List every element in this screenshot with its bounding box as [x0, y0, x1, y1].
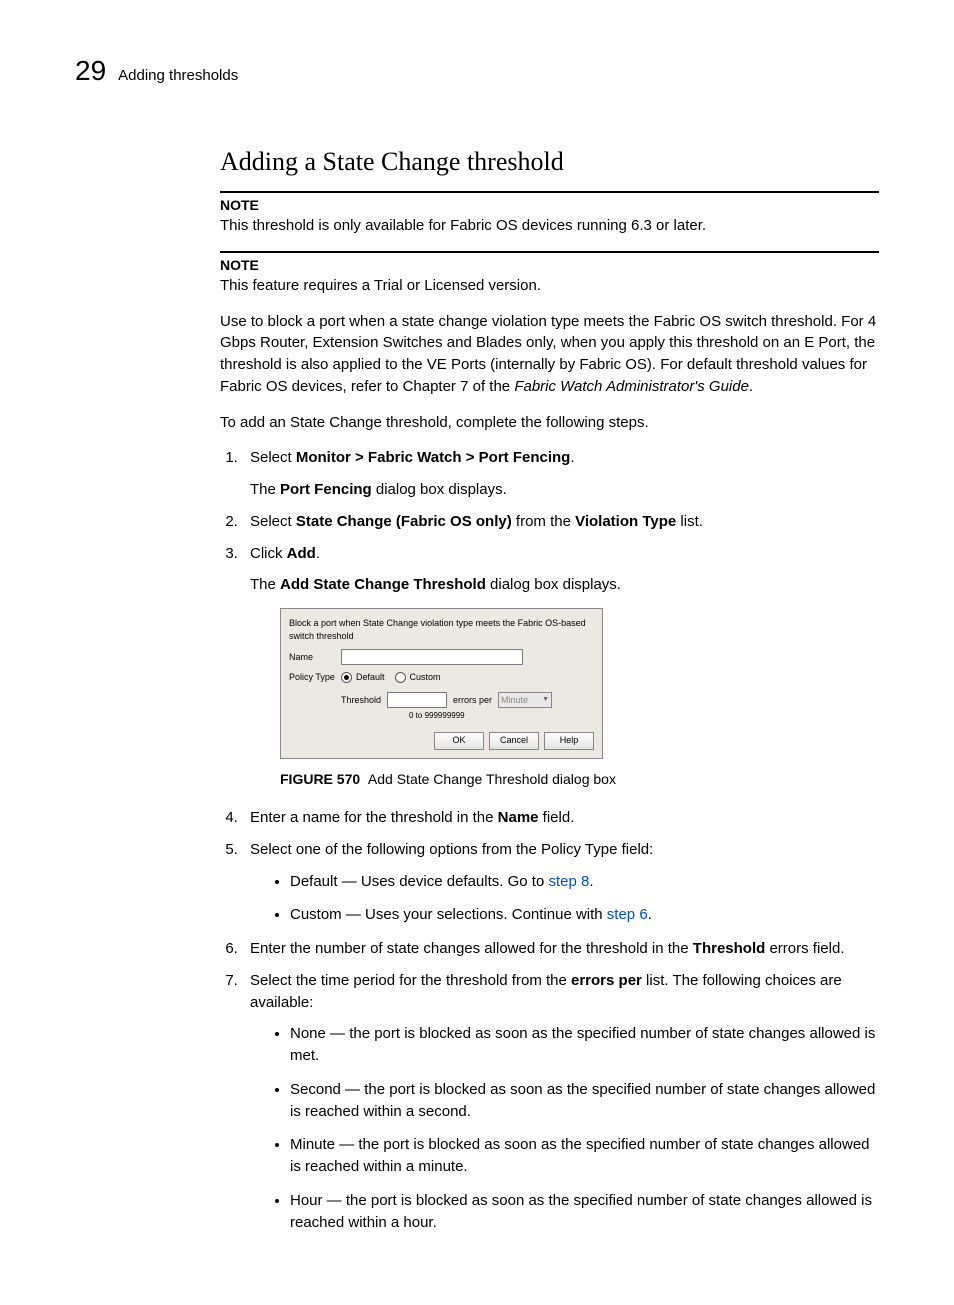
text: . — [589, 873, 593, 890]
text: Select one of the following options from… — [250, 841, 653, 858]
note-label: NOTE — [220, 197, 879, 213]
text: Enter a name for the threshold in the — [250, 809, 498, 826]
rule — [220, 251, 879, 253]
threshold-range: 0 to 999999999 — [409, 710, 594, 722]
step-2: Select State Change (Fabric OS only) fro… — [242, 511, 879, 533]
name-label: Name — [289, 651, 341, 664]
step-link[interactable]: step 8 — [548, 873, 589, 890]
note-label: NOTE — [220, 257, 879, 273]
policy-type-label: Policy Type — [289, 671, 341, 684]
name-input[interactable] — [341, 649, 523, 665]
text: . — [570, 449, 574, 466]
radio-default[interactable]: Default — [341, 671, 385, 684]
radio-icon — [341, 672, 352, 683]
radio-label: Default — [356, 671, 385, 684]
step-5: Select one of the following options from… — [242, 839, 879, 926]
step-link[interactable]: step 6 — [607, 906, 648, 923]
step-4: Enter a name for the threshold in the Na… — [242, 807, 879, 829]
page-header: 29 Adding thresholds — [75, 55, 879, 87]
cancel-button[interactable]: Cancel — [489, 732, 539, 750]
bullet: Custom — Uses your selections. Continue … — [290, 904, 879, 926]
step-3: Click Add. The Add State Change Threshol… — [242, 543, 879, 790]
text: . — [316, 545, 320, 562]
bullet: Minute — the port is blocked as soon as … — [290, 1134, 879, 1178]
step-7: Select the time period for the threshold… — [242, 970, 879, 1234]
button-name: Add — [287, 545, 316, 562]
radio-label: Custom — [410, 671, 441, 684]
step-6: Enter the number of state changes allowe… — [242, 938, 879, 960]
text: Default — Uses device defaults. Go to — [290, 873, 548, 890]
text: . — [749, 378, 753, 395]
text: dialog box displays. — [486, 576, 621, 593]
bullet: None — the port is blocked as soon as th… — [290, 1023, 879, 1067]
note-body: This feature requires a Trial or License… — [220, 275, 879, 297]
threshold-input[interactable] — [387, 692, 447, 708]
dialog-screenshot: Block a port when State Change violation… — [280, 608, 603, 759]
bullet: Hour — the port is blocked as soon as th… — [290, 1190, 879, 1234]
text: The — [250, 481, 280, 498]
menu-path: Monitor > Fabric Watch > Port Fencing — [296, 449, 570, 466]
figure-text: Add State Change Threshold dialog box — [368, 771, 616, 787]
book-title: Fabric Watch Administrator's Guide — [514, 378, 749, 395]
text: Select — [250, 449, 296, 466]
dropdown-value: Minute — [501, 694, 528, 707]
rule — [220, 191, 879, 193]
text: field. — [539, 809, 575, 826]
intro-paragraph: Use to block a port when a state change … — [220, 311, 879, 398]
figure-caption: FIGURE 570 Add State Change Threshold di… — [280, 769, 879, 789]
dialog-description: Block a port when State Change violation… — [289, 617, 594, 643]
field-name: Threshold — [693, 940, 766, 957]
list-name: errors per — [571, 972, 642, 989]
text: dialog box displays. — [372, 481, 507, 498]
text: . — [648, 906, 652, 923]
text: from the — [512, 513, 575, 530]
text: list. — [676, 513, 703, 530]
text: Select the time period for the threshold… — [250, 972, 571, 989]
chapter-number: 29 — [75, 55, 106, 87]
dialog-name: Add State Change Threshold — [280, 576, 486, 593]
help-button[interactable]: Help — [544, 732, 594, 750]
step-1: Select Monitor > Fabric Watch > Port Fen… — [242, 447, 879, 501]
note-body: This threshold is only available for Fab… — [220, 215, 879, 237]
text: The — [250, 576, 280, 593]
radio-custom[interactable]: Custom — [395, 671, 441, 684]
figure-label: FIGURE 570 — [280, 771, 360, 787]
text: Enter the number of state changes allowe… — [250, 940, 693, 957]
option-name: State Change (Fabric OS only) — [296, 513, 512, 530]
text: Select — [250, 513, 296, 530]
field-name: Name — [498, 809, 539, 826]
dialog-name: Port Fencing — [280, 481, 372, 498]
header-title: Adding thresholds — [118, 67, 238, 84]
section-title: Adding a State Change threshold — [220, 147, 879, 177]
text: Custom — Uses your selections. Continue … — [290, 906, 607, 923]
text: errors field. — [765, 940, 844, 957]
text: Click — [250, 545, 287, 562]
ok-button[interactable]: OK — [434, 732, 484, 750]
threshold-label: Threshold — [341, 694, 381, 707]
bullet: Second — the port is blocked as soon as … — [290, 1079, 879, 1123]
radio-icon — [395, 672, 406, 683]
period-dropdown[interactable]: Minute ▼ — [498, 692, 552, 708]
errors-per-label: errors per — [453, 694, 492, 707]
bullet: Default — Uses device defaults. Go to st… — [290, 871, 879, 893]
intro-paragraph: To add an State Change threshold, comple… — [220, 412, 879, 434]
list-name: Violation Type — [575, 513, 676, 530]
chevron-down-icon: ▼ — [542, 695, 549, 705]
